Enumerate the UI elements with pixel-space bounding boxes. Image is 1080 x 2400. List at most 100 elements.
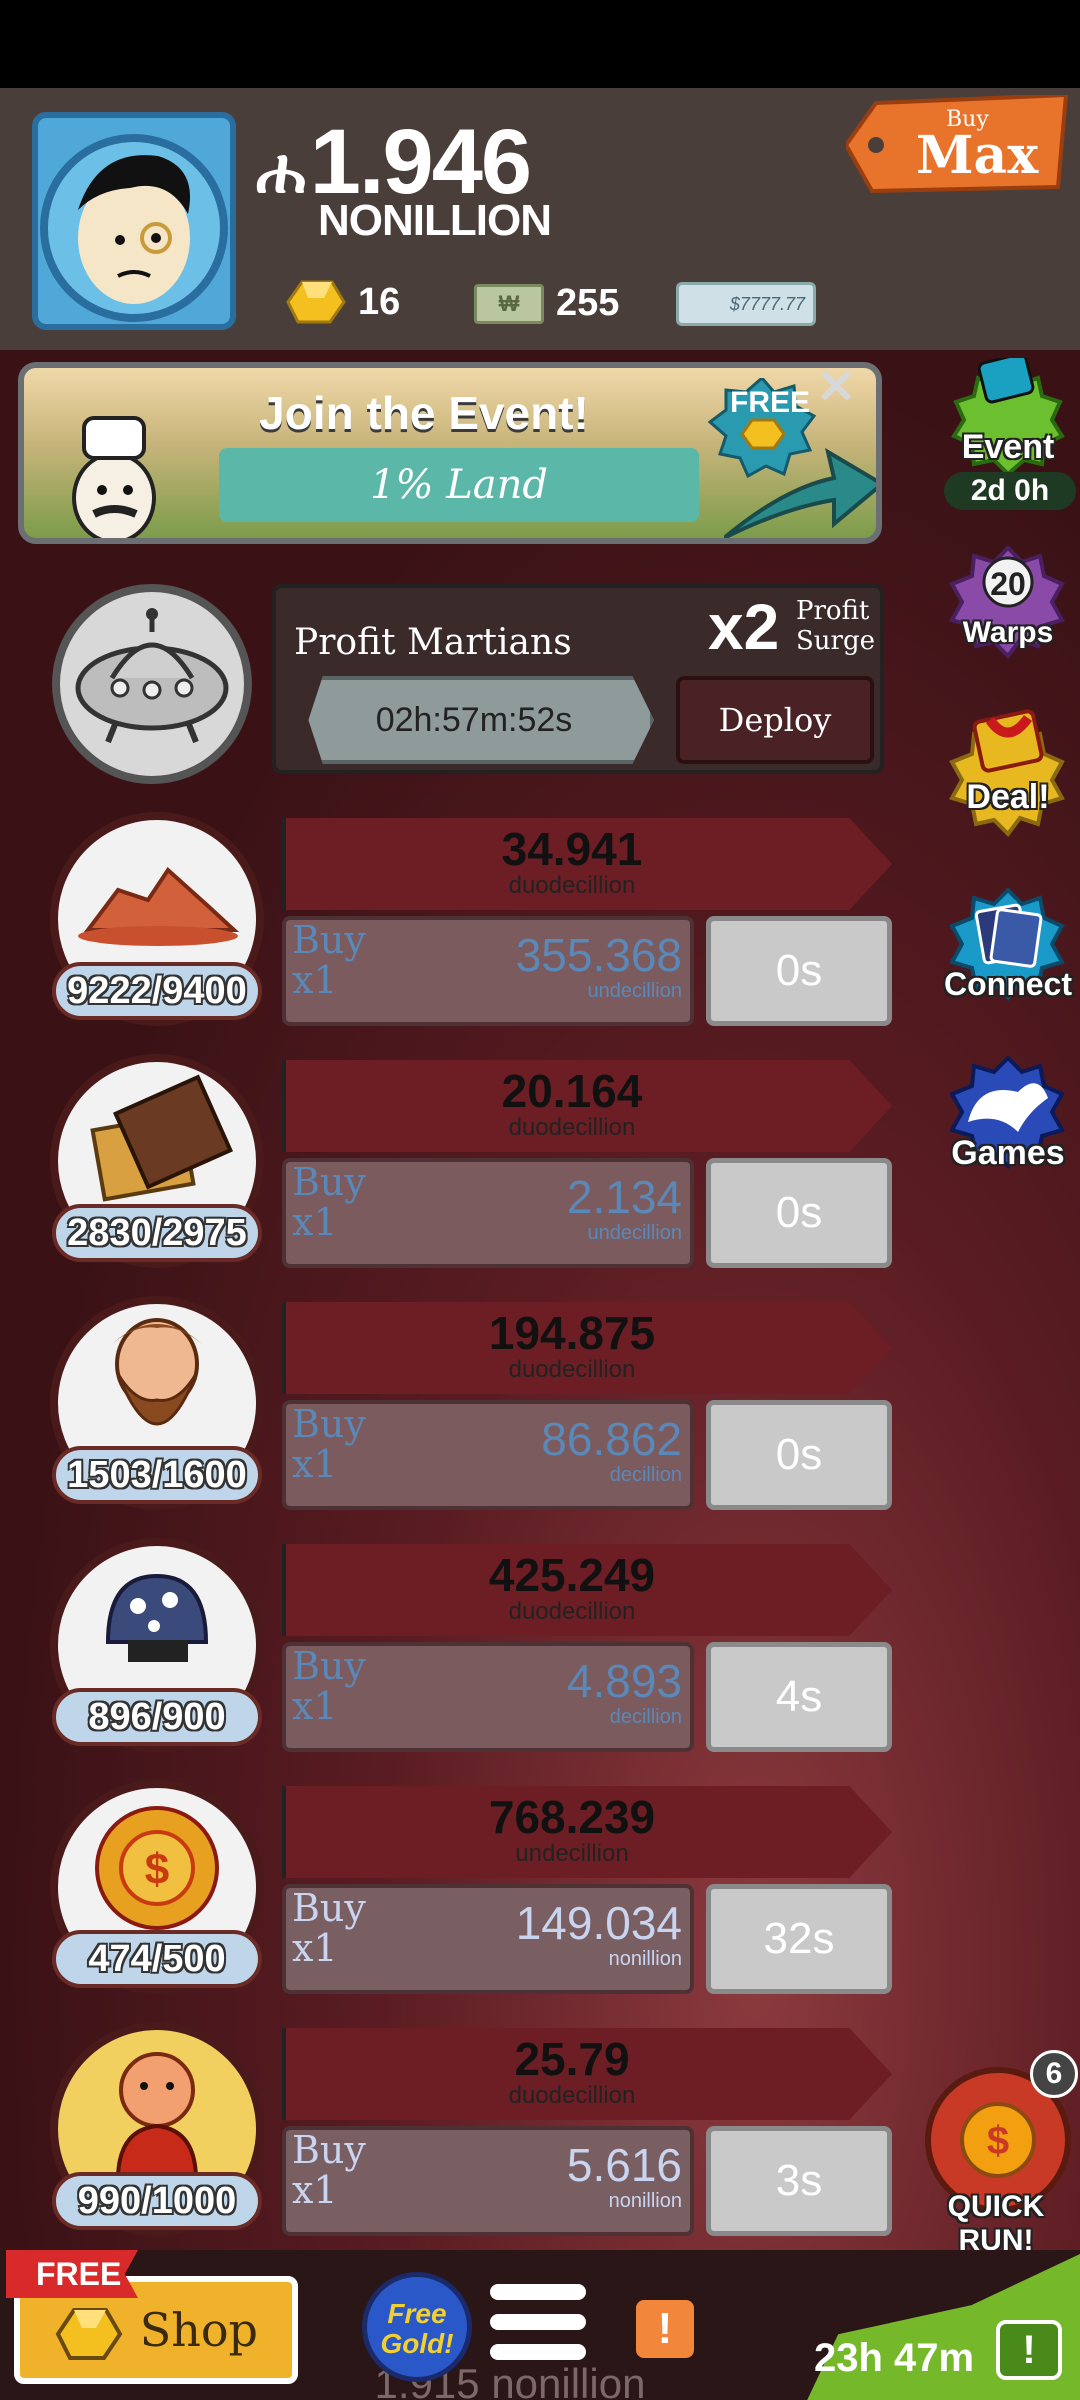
event-label: Event (961, 428, 1055, 466)
buy-multiplier: x1 (292, 1684, 338, 1728)
buy-text: Buy (292, 1402, 366, 1446)
bottom-timer: 23h 47m (814, 2336, 975, 2380)
connect-button[interactable]: Connect (938, 884, 1078, 1024)
business-row: $ 474/500 768.239 undecillion Buy x1 149… (0, 1780, 900, 2020)
event-subtitle: 1% Land (219, 448, 699, 522)
buy-label: Buy x1 (292, 1162, 366, 1242)
free-gold-line-2: Gold! (380, 2328, 454, 2359)
business-row: 990/1000 25.79 duodecillion Buy x1 5.616… (0, 2022, 900, 2262)
surge-line-1: Profit (796, 596, 870, 626)
buy-cost: 86.862 (541, 1413, 682, 1465)
buy-cost-unit: nonillion (608, 1948, 682, 1970)
status-bar (0, 0, 1080, 88)
run-timer-button[interactable]: 0s (706, 1400, 892, 1510)
manager-timer: 02h:57m:52s (308, 676, 654, 764)
business-row: 9222/9400 34.941 duodecillion Buy x1 355… (0, 812, 900, 1052)
warps-button[interactable]: 20 Warps (938, 538, 1078, 678)
surge-line-2: Surge (796, 626, 876, 656)
business-count: 2830/2975 (52, 1204, 262, 1262)
cash-unit: NONILLION (318, 196, 552, 245)
bill-counter[interactable]: $7777.77 (676, 282, 816, 326)
ufo-icon (75, 608, 229, 744)
svg-text:$: $ (987, 2119, 1009, 2163)
gold-counter: 16 (280, 276, 400, 328)
business-row: 1503/1600 194.875 duodecillion Buy x1 86… (0, 1296, 900, 1536)
free-gold-button[interactable]: Free Gold! (362, 2272, 472, 2382)
buy-max-label: Max (916, 125, 1039, 186)
shop-label: Shop (139, 2303, 258, 2357)
deal-label: Deal! (966, 778, 1050, 816)
profit-multiplier: x2 (708, 591, 780, 663)
gold-bar-icon (286, 280, 346, 324)
buy-text: Buy (292, 1886, 366, 1930)
run-timer-button[interactable]: 3s (706, 2126, 892, 2236)
buy-multiplier: x1 (292, 1926, 338, 1970)
profit-unit: undecillion (515, 1840, 629, 1867)
megabucks-count: 255 (556, 282, 620, 324)
business-row: 2830/2975 20.164 duodecillion Buy x1 2.1… (0, 1054, 900, 1294)
profit-surge-label: Profit Surge (796, 596, 875, 656)
megabucks-counter: ₩ 255 (474, 282, 619, 325)
business-count: 1503/1600 (52, 1446, 262, 1504)
cash-value: 1.946 (309, 111, 532, 213)
buy-text: Buy (292, 1160, 366, 1204)
buy-multiplier: x1 (292, 1200, 338, 1244)
tv-icon[interactable]: ! (996, 2320, 1062, 2380)
gold-count: 16 (358, 280, 401, 323)
buy-label: Buy x1 (292, 1404, 366, 1484)
free-badge-label: FREE (730, 386, 811, 419)
quick-run-count: 6 (1030, 2050, 1078, 2098)
buy-cost: 5.616 (566, 2139, 682, 2191)
business-row: 896/900 425.249 duodecillion Buy x1 4.89… (0, 1538, 900, 1778)
run-timer-button[interactable]: 0s (706, 1158, 892, 1268)
profit-value: 20.164 (501, 1065, 643, 1117)
profit-value: 768.239 (488, 1791, 656, 1843)
buy-label: Buy x1 (292, 1888, 366, 1968)
profit-unit: duodecillion (508, 1114, 636, 1141)
games-label: Games (951, 1134, 1065, 1172)
cash-display: ሐ 1.946 (256, 108, 532, 213)
deal-button[interactable]: Deal! (938, 706, 1078, 846)
svg-text:$: $ (145, 1845, 169, 1894)
business-count: 896/900 (52, 1688, 262, 1746)
alert-icon[interactable]: ! (636, 2300, 694, 2358)
quick-run-label: QUICK RUN! (947, 2190, 1045, 2257)
buy-max-button[interactable]: Buy Max (843, 92, 1074, 195)
player-avatar[interactable] (32, 112, 236, 330)
profit-unit: duodecillion (508, 2082, 636, 2109)
buy-label: Buy x1 (292, 920, 366, 1000)
warps-label: Warps (962, 616, 1054, 649)
profit-unit: duodecillion (508, 1598, 636, 1625)
buy-cost-unit: undecillion (587, 1222, 682, 1244)
gift-box-icon (949, 709, 1065, 838)
run-timer-button[interactable]: 32s (706, 1884, 892, 1994)
buy-cost-unit: decillion (609, 1464, 682, 1486)
menu-icon[interactable] (490, 2284, 590, 2374)
deploy-button[interactable]: Deploy (676, 676, 874, 764)
profit-value: 425.249 (488, 1549, 656, 1601)
connect-label: Connect (944, 966, 1072, 1002)
profit-value: 34.941 (501, 823, 643, 875)
scientist-icon (72, 416, 156, 538)
profit-unit: duodecillion (508, 872, 636, 899)
run-timer-button[interactable]: 4s (706, 1642, 892, 1752)
profit-value: 25.79 (514, 2033, 630, 2085)
event-timer: 2d 0h (944, 472, 1076, 510)
free-gold-line-1: Free (387, 2298, 447, 2329)
buy-label: Buy x1 (292, 2130, 366, 2210)
games-button[interactable]: Games (938, 1052, 1078, 1192)
buy-cost-unit: undecillion (587, 980, 682, 1002)
close-icon[interactable]: ✕ (812, 364, 860, 412)
buy-multiplier: x1 (292, 1442, 338, 1486)
astronaut-face-icon (40, 134, 228, 322)
cash-symbol: ሐ (256, 137, 306, 206)
buy-cost-unit: decillion (609, 1706, 682, 1728)
business-count: 474/500 (52, 1930, 262, 1988)
manager-name: Profit Martians (294, 622, 572, 663)
buy-multiplier: x1 (292, 2168, 338, 2212)
run-timer-button[interactable]: 0s (706, 916, 892, 1026)
buy-multiplier: x1 (292, 958, 338, 1002)
free-gold-badge[interactable]: FREE (707, 375, 817, 479)
manager-portrait[interactable] (52, 584, 252, 784)
buy-label: Buy x1 (292, 1646, 366, 1726)
